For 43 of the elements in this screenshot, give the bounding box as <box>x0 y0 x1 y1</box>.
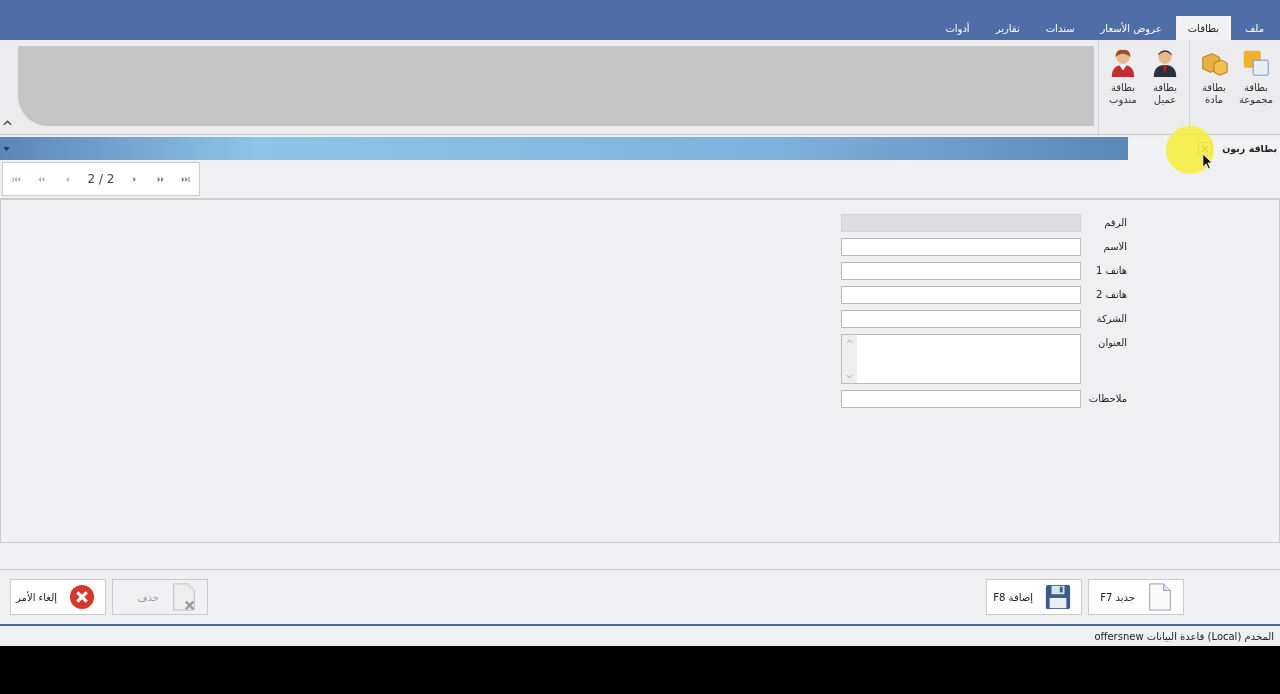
ribbon-button[interactable]: بطاقة مندوب <box>1103 44 1143 130</box>
field-label: ملاحظات <box>1087 392 1127 404</box>
input-field[interactable] <box>841 262 1081 280</box>
document-icon <box>1147 583 1173 611</box>
field-label: الرقم <box>1103 216 1127 228</box>
ribbon-button[interactable]: بطاقة عميل <box>1145 44 1185 130</box>
field-label: العنوان <box>1097 336 1127 348</box>
ribbon-button[interactable]: بطاقة مادة <box>1194 44 1234 130</box>
squares-icon <box>1241 48 1271 78</box>
input-field[interactable] <box>841 310 1081 328</box>
new-button[interactable]: جديد F7 <box>1088 579 1184 615</box>
menu-tab[interactable]: سندات <box>1033 16 1087 40</box>
cancel-icon <box>69 583 95 611</box>
ribbon-button[interactable]: بطاقة مجموعة <box>1236 44 1276 130</box>
document-delete-icon <box>171 583 197 611</box>
cancel-button[interactable]: إلغاء الأمر <box>10 579 106 615</box>
field-label: هاتف 2 <box>1095 288 1127 300</box>
status-text: المخدم (Local) قاعدة البيانات offersnew <box>1094 630 1274 642</box>
textarea-field[interactable] <box>841 334 1081 384</box>
menu-tab[interactable]: تقارير <box>983 16 1032 40</box>
first-icon[interactable] <box>10 175 21 183</box>
menu-tab[interactable]: بطاقات <box>1175 16 1231 40</box>
pointer-icon <box>1202 153 1213 170</box>
menu-tab[interactable]: ملف <box>1232 16 1276 40</box>
field-label: هاتف 1 <box>1095 264 1127 276</box>
input-field[interactable] <box>841 238 1081 256</box>
scrollbar[interactable] <box>842 335 857 383</box>
menu-tab[interactable]: أدوات <box>933 16 982 40</box>
scroll-up-icon[interactable] <box>846 339 853 344</box>
input-field[interactable] <box>841 390 1081 408</box>
save-button[interactable]: إضافة F8 <box>986 579 1082 615</box>
input-field[interactable] <box>841 286 1081 304</box>
last-icon[interactable] <box>181 175 192 183</box>
rewind-icon[interactable] <box>36 175 47 183</box>
record-position: 2 / 2 <box>87 172 115 186</box>
field-label: الشركة <box>1095 312 1127 324</box>
document-tab-title: بطاقة زبون <box>1222 143 1277 154</box>
menu-tab[interactable]: عروض الأسعار <box>1088 16 1174 40</box>
field-label: الاسم <box>1102 240 1127 252</box>
collapse-icon[interactable] <box>3 120 12 126</box>
fast-forward-icon[interactable] <box>155 175 166 183</box>
scroll-down-icon[interactable] <box>846 374 853 379</box>
dropdown-icon[interactable] <box>3 146 10 151</box>
